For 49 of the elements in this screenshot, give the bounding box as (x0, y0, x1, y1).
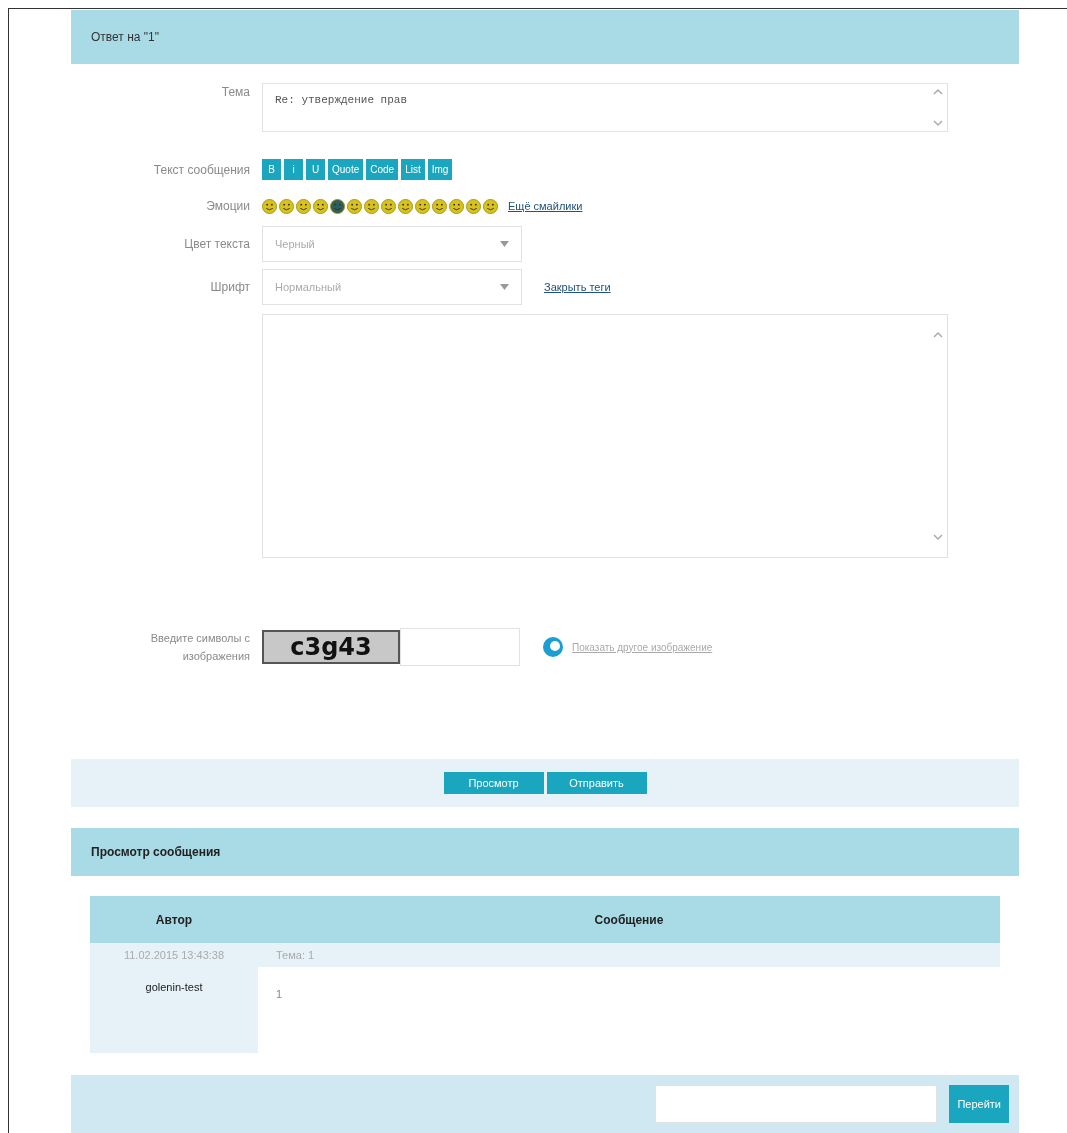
caret-icon (500, 284, 509, 290)
post-topic: Тема: 1 (276, 948, 315, 961)
column-header: Сообщение (594, 912, 664, 927)
page-input-field[interactable] (655, 1085, 938, 1123)
go-button[interactable]: Перейти (949, 1085, 1009, 1123)
field-label: Введите символы с изображения (150, 632, 250, 662)
refresh-icon[interactable] (542, 636, 564, 658)
section-title: Просмотр сообщения (91, 844, 221, 861)
format-button[interactable]: B (262, 159, 281, 180)
smiley-icon[interactable] (466, 198, 481, 214)
author-cell: golenin-test (90, 967, 258, 1053)
column-header: Автор (155, 912, 193, 927)
field-label: Цвет текста (184, 237, 250, 251)
format-button[interactable]: List (401, 159, 425, 180)
format-button[interactable]: U (306, 159, 325, 180)
field-label: Тема (221, 85, 250, 99)
captcha-field[interactable] (400, 628, 520, 666)
smiley-icon[interactable] (483, 198, 498, 214)
action-button[interactable]: Отправить (546, 772, 647, 794)
smiley-icon[interactable] (313, 198, 328, 214)
smiley-icon[interactable] (279, 198, 294, 214)
smiley-icon[interactable] (449, 198, 464, 214)
smiley-icon[interactable] (398, 198, 413, 214)
smiley-icon[interactable] (364, 198, 379, 214)
select-field[interactable]: Нормальный (262, 269, 522, 305)
smiley-icon[interactable] (330, 198, 345, 214)
format-button[interactable]: Quote (328, 159, 364, 180)
section-title: Ответ на "1" (91, 29, 159, 46)
more-smileys-link[interactable]: Ещё смайлики (508, 197, 583, 215)
select-field[interactable]: Черный (262, 226, 522, 262)
format-button[interactable]: Code (366, 159, 399, 180)
action-button[interactable]: Просмотр (443, 772, 544, 794)
smiley-icon[interactable] (262, 198, 277, 214)
smiley-icon[interactable] (381, 198, 396, 214)
post-date: 11.02.2015 13:43:38 (123, 948, 225, 961)
smiley-icon[interactable] (296, 198, 311, 214)
post-body: 1 (276, 988, 283, 1000)
field-label: Шрифт (210, 280, 250, 294)
refresh-captcha-link[interactable]: Показать другое изображение (572, 639, 713, 655)
captcha-image: c3g43 (262, 630, 400, 664)
close-tags-link[interactable]: Закрыть теги (544, 278, 611, 296)
caret-icon (500, 241, 509, 247)
field-label: Текст сообщения (153, 162, 250, 177)
format-button[interactable]: Img (427, 159, 453, 180)
format-button[interactable]: i (284, 159, 303, 180)
field-label: Эмоции (206, 199, 250, 213)
smiley-icon[interactable] (347, 198, 362, 214)
smiley-icon[interactable] (415, 198, 430, 214)
smiley-icon[interactable] (432, 198, 447, 214)
